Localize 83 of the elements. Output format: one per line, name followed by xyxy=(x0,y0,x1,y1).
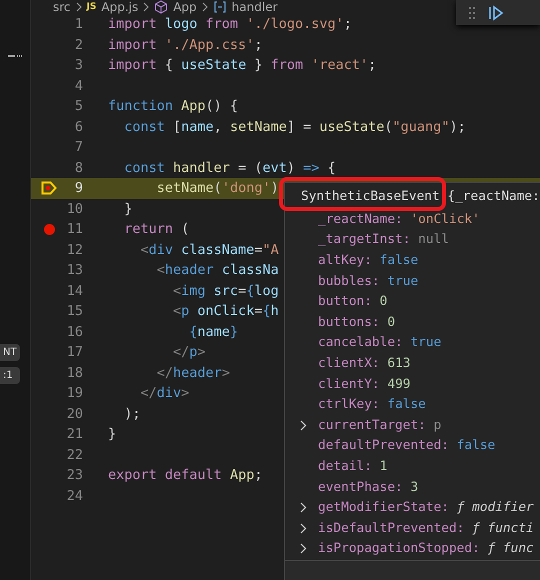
line-number: 5 xyxy=(74,97,83,116)
line-number: 22 xyxy=(66,446,83,464)
line-number: 10 xyxy=(66,200,83,218)
continue-icon[interactable] xyxy=(488,4,504,20)
property-entry: altKey: false xyxy=(318,252,418,268)
breadcrumb-item[interactable]: App.js xyxy=(101,0,138,14)
line-number: 3 xyxy=(74,56,83,75)
property-entry: bubbles: true xyxy=(318,274,418,289)
code-line: import logo from './logo.svg'; xyxy=(108,15,352,34)
code-line: <p onClick={h xyxy=(172,302,279,321)
sidebar-badge: :1 xyxy=(0,367,20,384)
property-entry: isDefaultPrevented: ƒ functi xyxy=(318,520,534,536)
line-number: 8 xyxy=(74,158,83,178)
code-line: export default App; xyxy=(108,466,262,485)
line-number: 12 xyxy=(66,240,83,260)
breadcrumb-item[interactable]: handler xyxy=(232,0,278,14)
paused-breakpoint-icon[interactable] xyxy=(41,181,57,196)
code-line: </header> xyxy=(156,364,230,382)
brackets-icon xyxy=(212,0,227,14)
file-type-label: JS xyxy=(86,2,96,12)
line-number: 13 xyxy=(66,261,83,280)
property-entry: eventPhase: 3 xyxy=(318,480,418,495)
property-entry: _targetInst: null xyxy=(318,232,449,248)
property-entry: defaultPrevented: false xyxy=(318,438,496,454)
code-line: return ( xyxy=(123,220,190,239)
code-line: {name} xyxy=(188,322,238,342)
code-line: const handler = (evt) => { xyxy=(123,158,336,178)
code-line: ); xyxy=(123,404,141,424)
property-entry: buttons: 0 xyxy=(318,314,396,330)
code-line: </p> xyxy=(172,343,206,362)
line-number: 23 xyxy=(66,466,83,485)
line-number: 20 xyxy=(66,404,83,424)
line-number: 16 xyxy=(66,322,83,342)
chevron-right-icon[interactable] xyxy=(300,420,307,431)
cube-icon xyxy=(154,0,168,14)
code-line: } xyxy=(108,425,116,444)
line-number: 6 xyxy=(74,118,83,136)
chevron-right-icon xyxy=(143,2,150,12)
property-entry: clientX: 613 xyxy=(318,356,410,371)
chevron-right-icon[interactable] xyxy=(300,502,307,514)
breadcrumb-item[interactable]: App xyxy=(173,0,197,14)
property-entry: getModifierState: ƒ modifier xyxy=(318,500,534,516)
line-number: 9 xyxy=(74,179,83,198)
code-line: const [name, setName] = useState("guang"); xyxy=(123,118,466,136)
code-line: <div className="A xyxy=(140,240,279,260)
property-entry: detail: 1 xyxy=(318,458,388,474)
object-summary[interactable]: SyntheticBaseEvent {_reactName: xyxy=(301,188,540,204)
line-number: 18 xyxy=(66,364,83,382)
property-entry: cancelable: true xyxy=(318,335,442,350)
line-number: 4 xyxy=(74,76,83,96)
ellipsis-icon[interactable] xyxy=(8,54,22,58)
line-number: 21 xyxy=(66,425,83,444)
property-entry: currentTarget: p xyxy=(318,418,442,433)
code-line: function App() { xyxy=(108,97,238,116)
breakpoint-icon[interactable] xyxy=(44,224,54,235)
line-number: 17 xyxy=(66,343,83,362)
chevron-right-icon[interactable] xyxy=(300,522,307,534)
line-number: 11 xyxy=(66,220,83,239)
property-entry: _reactName: 'onClick' xyxy=(318,212,480,227)
code-line: setName('dong') xyxy=(156,179,279,198)
code-line: } xyxy=(123,200,132,218)
chevron-right-icon[interactable] xyxy=(300,543,307,554)
line-number: 19 xyxy=(66,384,83,403)
code-line: import './App.css'; xyxy=(108,36,262,54)
code-line: <header classNa xyxy=(156,261,279,280)
line-number: 24 xyxy=(66,486,83,506)
line-number: 15 xyxy=(66,302,83,321)
property-entry: isPropagationStopped: ƒ func xyxy=(318,541,534,556)
chevron-right-icon xyxy=(76,2,82,12)
line-number: 7 xyxy=(74,138,83,157)
code-line: import { useState } from 'react'; xyxy=(108,56,376,75)
sidebar-badge: NT xyxy=(0,344,20,361)
property-entry: clientY: 499 xyxy=(318,376,410,392)
line-number: 1 xyxy=(74,15,83,34)
property-entry: ctrlKey: false xyxy=(318,397,426,412)
property-entry: button: 0 xyxy=(318,294,388,310)
line-number: 14 xyxy=(66,282,83,300)
breadcrumb-item[interactable]: src xyxy=(53,0,71,14)
drag-handle-icon[interactable] xyxy=(468,6,476,20)
chevron-right-icon xyxy=(202,2,208,12)
code-line: </div> xyxy=(140,384,190,403)
code-line: <img src={log xyxy=(172,282,279,300)
line-number: 2 xyxy=(74,36,83,54)
